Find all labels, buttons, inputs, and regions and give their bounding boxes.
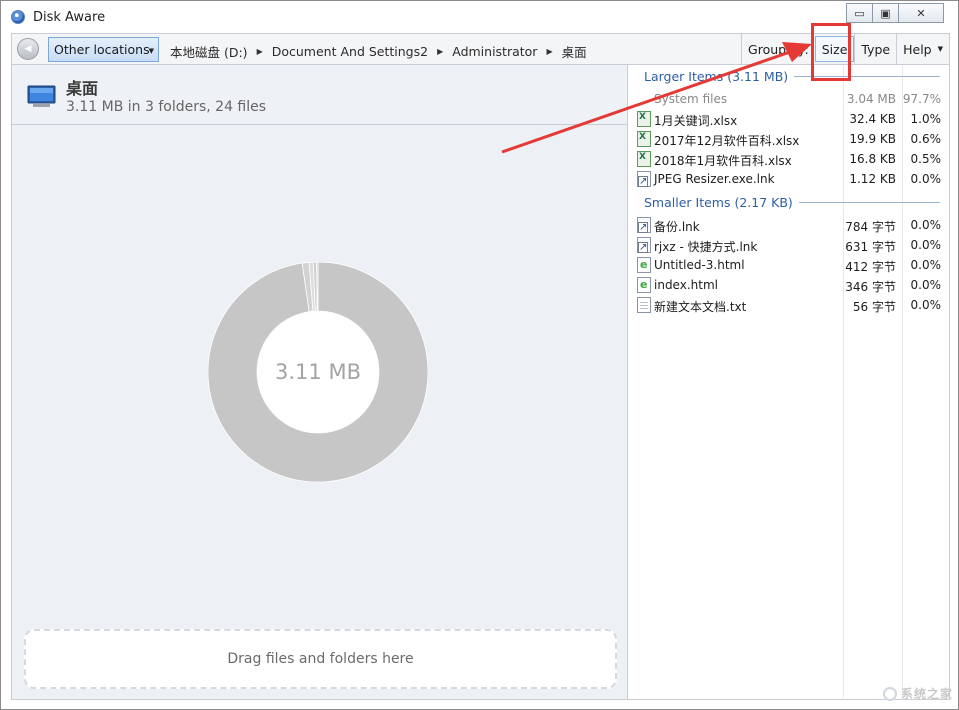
smaller-items-header-label: Smaller Items (2.17 KB) (644, 195, 793, 210)
xlsx-file-icon (637, 111, 651, 127)
watermark: 系统之家 (882, 685, 953, 702)
breadcrumb-item-documents[interactable]: Document And Settings2 (272, 44, 428, 59)
file-percent: 97.7% (902, 92, 941, 106)
other-locations-label: Other locations (54, 42, 150, 57)
file-name: rjxz - 快捷方式.lnk (654, 240, 758, 254)
file-row[interactable]: System files 3.04 MB 97.7% (628, 89, 950, 109)
file-name: Untitled-3.html (654, 258, 745, 272)
chevron-down-icon: ▼ (148, 47, 154, 55)
file-row[interactable]: Untitled-3.html 412 字节 0.0% (628, 255, 950, 275)
file-name: 备份.lnk (654, 220, 700, 234)
file-row[interactable]: 1月关键词.xlsx 32.4 KB 1.0% (628, 109, 950, 129)
app-logo-icon (11, 10, 25, 24)
window-controls: ▭ ▣ ✕ (846, 3, 944, 23)
html-file-icon (637, 277, 651, 293)
donut-center-label: 3.11 MB (275, 360, 361, 384)
file-percent: 1.0% (910, 112, 942, 126)
file-percent: 0.0% (910, 258, 942, 272)
larger-items-header-label: Larger Items (3.11 MB) (644, 69, 789, 84)
file-row[interactable]: rjxz - 快捷方式.lnk 631 字节 0.0% (628, 235, 950, 255)
file-size: 1.12 KB (849, 172, 896, 186)
smaller-items-header[interactable]: Smaller Items (2.17 KB) (644, 195, 940, 210)
breadcrumb-separator-icon[interactable]: ▶ (546, 47, 552, 56)
lnk-file-icon (637, 171, 651, 187)
file-row[interactable]: 2018年1月软件百科.xlsx 16.8 KB 0.5% (628, 149, 950, 169)
file-row[interactable]: 新建文本文档.txt 56 字节 0.0% (628, 295, 950, 315)
txt-file-icon (637, 297, 651, 313)
other-locations-dropdown[interactable]: Other locations ▼ (48, 37, 159, 62)
help-label: Help (903, 41, 932, 57)
file-name: System files (654, 92, 728, 106)
file-name: 新建文本文档.txt (654, 300, 747, 314)
folder-header: 桌面 3.11 MB in 3 folders, 24 files (12, 65, 627, 125)
larger-items-header[interactable]: Larger Items (3.11 MB) (644, 69, 940, 84)
file-row[interactable]: 2017年12月软件百科.xlsx 19.9 KB 0.6% (628, 129, 950, 149)
xlsx-file-icon (637, 131, 651, 147)
breadcrumb-item-administrator[interactable]: Administrator (452, 44, 537, 59)
drop-zone[interactable]: Drag files and folders here (24, 629, 617, 689)
window-title: Disk Aware (33, 10, 106, 25)
watermark-logo-icon (882, 687, 897, 701)
lnk-file-icon (637, 217, 651, 233)
help-menu-button[interactable]: Help ▼ (896, 34, 949, 64)
file-size: 32.4 KB (849, 112, 896, 126)
toolbar: ◀ Other locations ▼ 本地磁盘 (D:) ▶ Document… (11, 33, 950, 65)
breadcrumb-separator-icon[interactable]: ▶ (257, 47, 263, 56)
breadcrumb: 本地磁盘 (D:) ▶ Document And Settings2 ▶ Adm… (170, 42, 587, 61)
minimize-button[interactable]: ▭ (846, 3, 873, 23)
file-name: index.html (654, 278, 718, 292)
lnk-file-icon (637, 237, 651, 253)
file-size: 784 字节 (845, 220, 896, 234)
file-size: 412 字节 (845, 260, 896, 274)
file-percent: 0.0% (910, 238, 942, 252)
group-divider (798, 202, 940, 203)
file-row[interactable]: 备份.lnk 784 字节 0.0% (628, 215, 950, 235)
file-row[interactable]: index.html 346 字节 0.0% (628, 275, 950, 295)
breadcrumb-item-desktop[interactable]: 桌面 (562, 42, 587, 61)
monitor-icon (27, 85, 56, 107)
breadcrumb-separator-icon[interactable]: ▶ (437, 47, 443, 56)
file-size: 631 字节 (845, 240, 896, 254)
size-donut-chart: 3.11 MB (207, 261, 429, 483)
breadcrumb-item-drive[interactable]: 本地磁盘 (D:) (170, 42, 248, 61)
close-button[interactable]: ✕ (898, 3, 944, 23)
file-percent: 0.0% (910, 278, 942, 292)
chevron-down-icon: ▼ (937, 45, 943, 53)
file-size: 16.8 KB (849, 152, 896, 166)
file-size: 3.04 MB (846, 92, 896, 106)
xlsx-file-icon (637, 151, 651, 167)
file-name: 1月关键词.xlsx (654, 114, 738, 128)
folder-summary: 3.11 MB in 3 folders, 24 files (66, 99, 267, 115)
file-percent: 0.6% (910, 132, 942, 146)
file-size: 56 字节 (852, 300, 896, 314)
file-name: JPEG Resizer.exe.lnk (654, 172, 775, 186)
back-button[interactable]: ◀ (17, 38, 39, 60)
file-row[interactable]: JPEG Resizer.exe.lnk 1.12 KB 0.0% (628, 169, 950, 189)
group-by-type-button[interactable]: Type (854, 34, 896, 64)
file-percent: 0.0% (910, 172, 942, 186)
file-percent: 0.0% (910, 218, 942, 232)
file-list-pane: Larger Items (3.11 MB) System files 3.04 M… (628, 65, 950, 700)
folder-name: 桌面 (66, 79, 99, 98)
back-arrow-icon: ◀ (24, 44, 32, 54)
html-file-icon (637, 257, 651, 273)
watermark-text: 系统之家 (900, 687, 953, 701)
file-name: 2017年12月软件百科.xlsx (654, 134, 800, 148)
file-size: 346 字节 (845, 280, 896, 294)
file-percent: 0.0% (910, 298, 942, 312)
file-percent: 0.5% (910, 152, 942, 166)
file-size: 19.9 KB (849, 132, 896, 146)
annotation-highlight-box (811, 23, 851, 81)
maximize-button[interactable]: ▣ (872, 3, 899, 23)
group-by-label: Group by: (741, 34, 815, 64)
folder-overview-pane: 桌面 3.11 MB in 3 folders, 24 files 3.11 M… (11, 65, 628, 700)
app-window: Disk Aware ▭ ▣ ✕ ◀ Other locations ▼ 本地磁… (0, 0, 959, 710)
file-name: 2018年1月软件百科.xlsx (654, 154, 792, 168)
